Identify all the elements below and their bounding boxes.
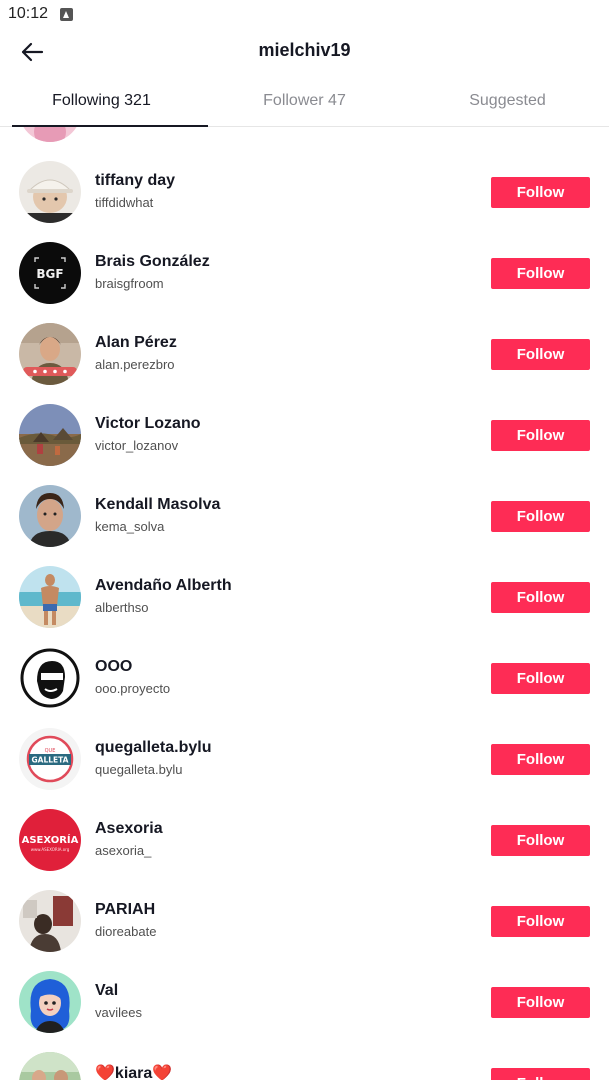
user-name: Kendall Masolva bbox=[95, 496, 221, 513]
asexoria-logo-avatar-icon: ASEXORÍA www.ASEXORIA.org bbox=[19, 809, 81, 871]
user-name: quegalleta.bylu bbox=[95, 739, 212, 756]
page-title: mielchiv19 bbox=[258, 40, 351, 60]
landscape-photo-avatar-icon bbox=[19, 404, 81, 466]
user-name: Brais González bbox=[95, 253, 210, 270]
user-handle: tiffdidwhat bbox=[95, 195, 154, 210]
galleta-logo-avatar-icon: QUE GALLETA bbox=[19, 728, 81, 790]
avatar[interactable] bbox=[19, 404, 81, 466]
follow-button[interactable]: Follow bbox=[491, 339, 590, 370]
user-name: ❤️kiara❤️ bbox=[95, 1065, 173, 1080]
galleta-logo-main: GALLETA bbox=[32, 756, 69, 765]
tab-follower[interactable]: Follower 47 bbox=[203, 76, 406, 126]
list-item[interactable]: ❤️kiara❤️ Follow bbox=[0, 1052, 609, 1080]
list-item[interactable]: Alan Pérez alan.perezbro Follow bbox=[0, 323, 609, 404]
notification-icon bbox=[60, 7, 74, 21]
portrait-avatar-icon bbox=[19, 485, 81, 547]
avatar[interactable]: QUE GALLETA bbox=[19, 728, 81, 790]
follow-button[interactable]: Follow bbox=[491, 258, 590, 289]
bgf-logo-avatar-icon: BGF bbox=[19, 242, 81, 304]
avatar[interactable] bbox=[19, 890, 81, 952]
group-photo-avatar-icon bbox=[19, 1052, 81, 1080]
asexoria-logo-text: ASEXORÍA bbox=[22, 833, 79, 846]
user-name: Alan Pérez bbox=[95, 334, 177, 351]
user-handle: dioreabate bbox=[95, 924, 157, 939]
user-handle: victor_lozanov bbox=[95, 438, 179, 453]
bgf-logo-text: BGF bbox=[36, 267, 63, 281]
follow-button[interactable]: Follow bbox=[491, 663, 590, 694]
list-item[interactable]: PARIAH dioreabate Follow bbox=[0, 890, 609, 971]
tab-suggested[interactable]: Suggested bbox=[406, 76, 609, 126]
asexoria-logo-subtext: www.ASEXORIA.org bbox=[31, 847, 70, 852]
avatar[interactable] bbox=[19, 1052, 81, 1080]
follow-button[interactable]: Follow bbox=[491, 744, 590, 775]
user-handle: asexoria_ bbox=[95, 843, 152, 858]
tab-following[interactable]: Following 321 bbox=[0, 76, 208, 127]
user-handle: alberthso bbox=[95, 600, 149, 615]
list-item[interactable]: QUE GALLETA quegalleta.bylu quegalleta.b… bbox=[0, 728, 609, 809]
list-item[interactable]: Avendaño Alberth alberthso Follow bbox=[0, 566, 609, 647]
list-item[interactable]: Victor Lozano victor_lozanov Follow bbox=[0, 404, 609, 485]
follow-button[interactable]: Follow bbox=[491, 420, 590, 451]
follow-button[interactable]: Follow bbox=[491, 1068, 590, 1080]
list-item[interactable]: tiffany day tiffdidwhat Follow bbox=[0, 161, 609, 242]
avatar[interactable] bbox=[19, 323, 81, 385]
avatar[interactable] bbox=[19, 566, 81, 628]
list-item[interactable]: BGF Brais González braisgfroom Follow bbox=[0, 242, 609, 323]
following-list[interactable]: Follow tiffany day tiffdidwhat Follow bbox=[0, 127, 609, 1080]
list-item[interactable]: Val vavilees Follow bbox=[0, 971, 609, 1052]
user-name: Avendaño Alberth bbox=[95, 577, 232, 594]
user-name: Asexoria bbox=[95, 820, 163, 837]
blue-hair-cartoon-avatar-icon bbox=[19, 971, 81, 1033]
galleta-logo-top: QUE bbox=[45, 748, 56, 754]
list-item[interactable]: ASEXORÍA www.ASEXORIA.org Asexoria asexo… bbox=[0, 809, 609, 890]
status-time: 10:12 bbox=[8, 5, 49, 22]
follow-button[interactable]: Follow bbox=[491, 501, 590, 532]
pink-avatar-icon bbox=[19, 127, 81, 142]
list-item[interactable]: OOO ooo.proyecto Follow bbox=[0, 647, 609, 728]
user-handle: vavilees bbox=[95, 1005, 142, 1020]
avatar[interactable] bbox=[19, 161, 81, 223]
user-handle: braisgfroom bbox=[95, 276, 164, 291]
user-name: Val bbox=[95, 982, 119, 999]
person-hat-avatar-icon bbox=[19, 161, 81, 223]
follow-button[interactable]: Follow bbox=[491, 825, 590, 856]
user-name: OOO bbox=[95, 658, 133, 675]
avatar[interactable] bbox=[19, 485, 81, 547]
room-photo-avatar-icon bbox=[19, 890, 81, 952]
user-handle: alan.perezbro bbox=[95, 357, 175, 372]
person-photo-avatar-icon bbox=[19, 323, 81, 385]
avatar[interactable] bbox=[19, 647, 81, 709]
follow-button[interactable]: Follow bbox=[491, 906, 590, 937]
avatar[interactable] bbox=[19, 971, 81, 1033]
follow-button[interactable]: Follow bbox=[491, 582, 590, 613]
avatar[interactable]: BGF bbox=[19, 242, 81, 304]
user-name: Victor Lozano bbox=[95, 415, 201, 432]
list-item[interactable]: Kendall Masolva kema_solva Follow bbox=[0, 485, 609, 566]
avatar[interactable] bbox=[19, 127, 81, 142]
user-name: tiffany day bbox=[95, 172, 176, 189]
status-bar: 10:12 bbox=[0, 0, 609, 28]
follow-button[interactable]: Follow bbox=[491, 987, 590, 1018]
tab-bar: Following 321 Follower 47 Suggested bbox=[0, 76, 609, 127]
user-handle: ooo.proyecto bbox=[95, 681, 171, 696]
follow-button[interactable]: Follow bbox=[491, 177, 590, 208]
user-name: PARIAH bbox=[95, 901, 156, 918]
list-item[interactable]: Follow bbox=[0, 127, 609, 161]
masked-face-logo-avatar-icon bbox=[19, 647, 81, 709]
user-handle: quegalleta.bylu bbox=[95, 762, 183, 777]
avatar[interactable]: ASEXORÍA www.ASEXORIA.org bbox=[19, 809, 81, 871]
header: mielchiv19 bbox=[0, 28, 609, 76]
beach-photo-avatar-icon bbox=[19, 566, 81, 628]
user-handle: kema_solva bbox=[95, 519, 165, 534]
